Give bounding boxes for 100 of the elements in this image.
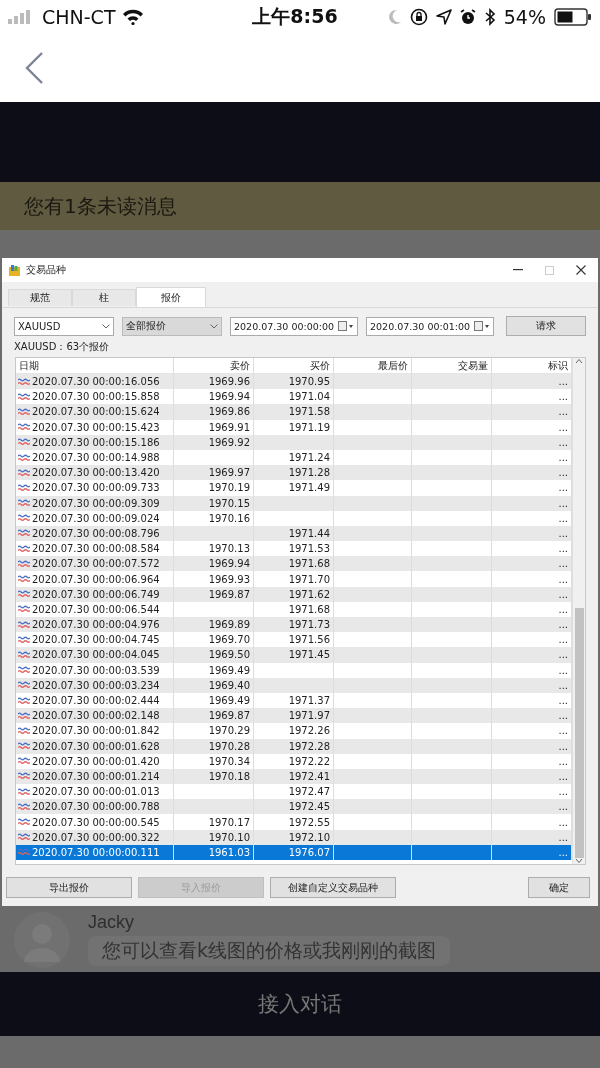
table-cell: ... xyxy=(558,831,568,843)
tick-icon xyxy=(18,392,30,401)
tick-icon xyxy=(18,666,30,675)
table-row[interactable]: 2020.07.30 00:00:15.624 1969.86 1971.58 ... xyxy=(16,404,572,420)
dialog-button[interactable]: 创建自定义交易品种 xyxy=(270,877,396,898)
scrollbar[interactable] xyxy=(572,358,585,864)
table-cell: ... xyxy=(558,512,568,524)
table-cell: 1970.19 xyxy=(208,482,250,494)
table-cell: 2020.07.30 00:00:06.544 xyxy=(32,603,160,615)
table-cell: ... xyxy=(558,376,568,388)
table-cell: 2020.07.30 00:00:15.423 xyxy=(32,421,160,433)
table-row[interactable]: 2020.07.30 00:00:06.964 1969.93 1971.70 ... xyxy=(16,571,572,587)
column-header[interactable]: 标识 xyxy=(548,358,568,373)
tick-icon xyxy=(18,377,30,386)
table-cell: 2020.07.30 00:00:15.624 xyxy=(32,406,160,418)
table-cell: 1969.50 xyxy=(208,649,250,661)
table-cell: 1972.10 xyxy=(288,831,330,843)
date-field[interactable]: 2020.07.30 00:00:00 xyxy=(230,316,358,336)
table-row[interactable]: 2020.07.30 00:00:04.045 1969.50 1971.45 ... xyxy=(16,647,572,663)
table-cell: 1972.22 xyxy=(288,755,330,767)
tick-icon xyxy=(18,848,30,857)
tick-icon xyxy=(18,544,30,553)
tab[interactable]: 柱 xyxy=(72,289,136,306)
table-cell: ... xyxy=(558,664,568,676)
scroll-down-icon[interactable] xyxy=(575,858,583,864)
dropdown[interactable]: 全部报价 xyxy=(122,316,222,336)
tick-icon xyxy=(18,635,30,644)
table-row[interactable]: 2020.07.30 00:00:02.148 1969.87 1971.97 ... xyxy=(16,708,572,724)
battery-icon xyxy=(554,8,592,26)
table-cell: 1971.37 xyxy=(288,695,330,707)
table-cell: 1971.49 xyxy=(288,482,330,494)
table-cell: 1970.13 xyxy=(208,543,250,555)
close-icon[interactable] xyxy=(576,265,586,275)
tick-icon xyxy=(18,514,30,523)
table-row[interactable]: 2020.07.30 00:00:01.013 1972.47 ... xyxy=(16,784,572,800)
dialog-button[interactable]: 导出报价 xyxy=(6,877,132,898)
tick-icon xyxy=(18,833,30,842)
table-cell: ... xyxy=(558,634,568,646)
tab[interactable]: 报价 xyxy=(136,287,206,307)
scroll-up-icon[interactable] xyxy=(575,358,583,364)
column-header[interactable]: 买价 xyxy=(310,358,330,373)
table-row[interactable]: 2020.07.30 00:00:15.858 1969.94 1971.04 ... xyxy=(16,389,572,405)
table-cell: 2020.07.30 00:00:06.749 xyxy=(32,588,160,600)
column-header[interactable]: 最后价 xyxy=(378,358,408,373)
table-cell: 2020.07.30 00:00:04.745 xyxy=(32,634,160,646)
tick-icon xyxy=(18,742,30,751)
table-row[interactable]: 2020.07.30 00:00:04.976 1969.89 1971.73 ... xyxy=(16,617,572,633)
table-row[interactable]: 2020.07.30 00:00:01.842 1970.29 1972.26 ... xyxy=(16,723,572,739)
table-cell: 2020.07.30 00:00:03.539 xyxy=(32,664,160,676)
back-icon[interactable] xyxy=(24,51,44,85)
table-row[interactable]: 2020.07.30 00:00:04.745 1969.70 1971.56 ... xyxy=(16,632,572,648)
table-row[interactable]: 2020.07.30 00:00:00.545 1970.17 1972.55 ... xyxy=(16,814,572,830)
request-button[interactable]: 请求 xyxy=(506,316,586,336)
table-cell: 1970.95 xyxy=(288,376,330,388)
table-row[interactable]: 2020.07.30 00:00:16.056 1969.96 1970.95 ... xyxy=(16,374,572,390)
sender-name: Jacky xyxy=(88,912,135,933)
table-cell: ... xyxy=(558,755,568,767)
tab[interactable]: 规范 xyxy=(8,289,72,306)
tick-icon xyxy=(18,453,30,462)
calendar-icon[interactable] xyxy=(338,321,354,331)
maximize-icon xyxy=(545,265,554,275)
table-cell: 2020.07.30 00:00:15.858 xyxy=(32,391,160,403)
window-title: 交易品种 xyxy=(26,264,66,275)
table-cell: 1970.28 xyxy=(208,740,250,752)
table-row[interactable]: 2020.07.30 00:00:07.572 1969.94 1971.68 ... xyxy=(16,556,572,572)
table-cell: 2020.07.30 00:00:04.976 xyxy=(32,619,160,631)
table-row[interactable]: 2020.07.30 00:00:09.733 1970.19 1971.49 ... xyxy=(16,480,572,496)
table-cell: 2020.07.30 00:00:16.056 xyxy=(32,376,160,388)
table-cell: 1969.93 xyxy=(208,573,250,585)
table-cell: 1971.68 xyxy=(288,558,330,570)
battery-percent: 54% xyxy=(503,6,546,28)
table-cell: 1969.70 xyxy=(208,634,250,646)
wifi-icon xyxy=(121,9,144,25)
date-field[interactable]: 2020.07.30 00:01:00 xyxy=(366,316,494,336)
table-cell: 1969.49 xyxy=(208,664,250,676)
tick-icon xyxy=(18,499,30,508)
table-cell: 1969.94 xyxy=(208,558,250,570)
dropdown[interactable]: XAUUSD xyxy=(14,316,114,336)
table-cell: ... xyxy=(558,573,568,585)
tick-icon xyxy=(18,787,30,796)
table-cell: 2020.07.30 00:00:01.842 xyxy=(32,725,160,737)
minimize-icon[interactable] xyxy=(513,269,523,271)
table-row[interactable]: 2020.07.30 00:00:00.788 1972.45 ... xyxy=(16,799,572,815)
column-header[interactable]: 日期 xyxy=(19,358,39,373)
table-cell: 1969.96 xyxy=(208,376,250,388)
table-row[interactable]: 2020.07.30 00:00:13.420 1969.97 1971.28 ... xyxy=(16,465,572,481)
column-header[interactable]: 卖价 xyxy=(230,358,250,373)
table-cell: ... xyxy=(558,527,568,539)
table-row[interactable]: 2020.07.30 00:00:08.584 1970.13 1971.53 ... xyxy=(16,541,572,557)
table-cell: 2020.07.30 00:00:02.444 xyxy=(32,695,160,707)
column-header[interactable]: 交易量 xyxy=(458,358,488,373)
join-conversation-button[interactable]: 接入对话 xyxy=(252,989,348,1019)
table-cell: 2020.07.30 00:00:00.322 xyxy=(32,831,160,843)
calendar-icon[interactable] xyxy=(474,321,490,331)
clock-time: 上午8:56 xyxy=(252,5,338,27)
table-cell: ... xyxy=(558,482,568,494)
dialog-button[interactable]: 确定 xyxy=(528,877,590,898)
tick-icon xyxy=(18,529,30,538)
table-cell: 2020.07.30 00:00:00.545 xyxy=(32,816,160,828)
table-cell: 2020.07.30 00:00:09.733 xyxy=(32,482,160,494)
